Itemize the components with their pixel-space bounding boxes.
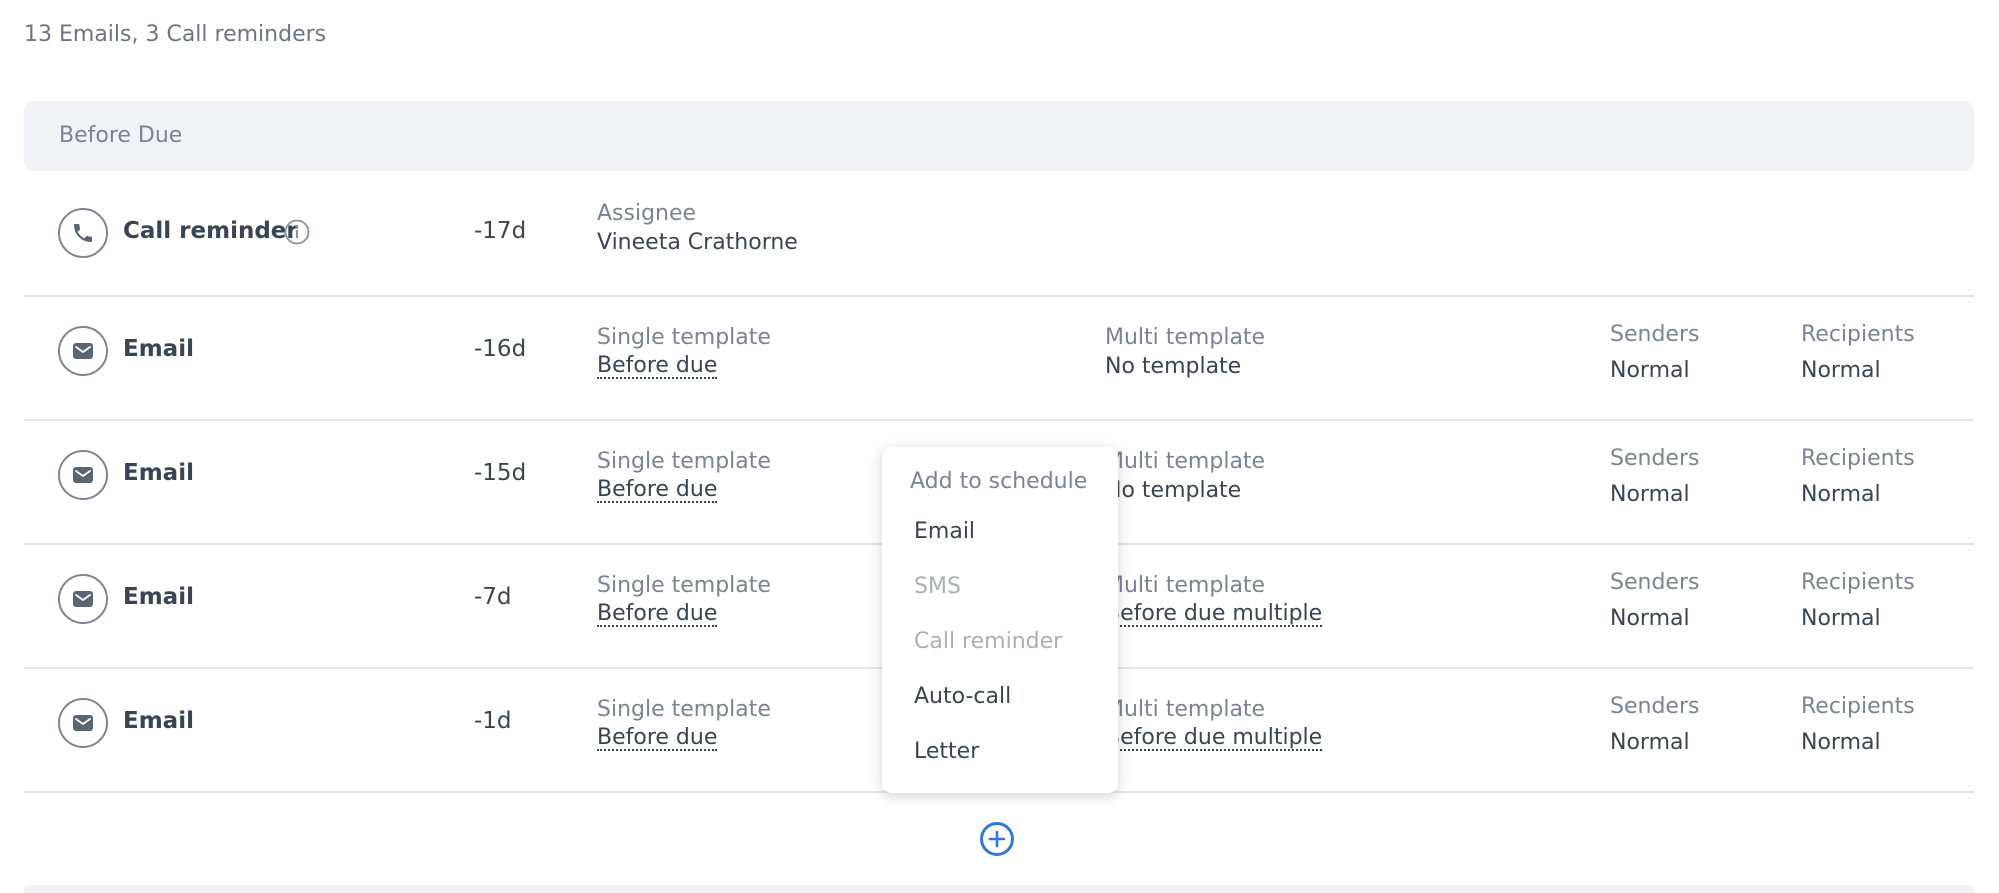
row-type-label: Email (123, 336, 194, 362)
senders-label: Senders (1610, 570, 1700, 595)
senders-label: Senders (1610, 322, 1700, 347)
schedule-row-call-reminder[interactable]: Call reminder -17d Assignee Vineeta Crat… (24, 171, 1974, 297)
single-template-label: Single template (597, 449, 771, 474)
recipients-label: Recipients (1801, 446, 1915, 471)
menu-item-letter[interactable]: Letter (914, 739, 979, 764)
recipients-value: Normal (1801, 358, 1881, 383)
row-type-label: Call reminder (123, 218, 298, 244)
senders-value: Normal (1610, 730, 1690, 755)
mail-icon (58, 326, 108, 376)
senders-value: Normal (1610, 606, 1690, 631)
multi-template-link[interactable]: Before due multiple (1105, 726, 1323, 752)
add-to-schedule-menu: Add to schedule Email SMS Call reminder … (882, 447, 1118, 793)
mail-icon (58, 450, 108, 500)
row-type-label: Email (123, 584, 194, 610)
multi-template-value: No template (1105, 354, 1242, 379)
single-template-link[interactable]: Before due (597, 354, 718, 380)
senders-label: Senders (1610, 446, 1700, 471)
senders-value: Normal (1610, 482, 1690, 507)
row-offset: -15d (474, 460, 527, 486)
plus-circle-icon (988, 830, 1006, 848)
recipients-value: Normal (1801, 730, 1881, 755)
menu-title: Add to schedule (910, 469, 1088, 494)
menu-item-email[interactable]: Email (914, 519, 975, 544)
recipients-value: Normal (1801, 606, 1881, 631)
multi-template-label: Multi template (1105, 325, 1266, 350)
multi-template-value: No template (1105, 478, 1242, 503)
mail-icon (58, 574, 108, 624)
row-offset: -17d (474, 218, 527, 244)
multi-template-label: Multi template (1105, 697, 1266, 722)
menu-item-call-reminder: Call reminder (914, 629, 1063, 654)
multi-template-link[interactable]: Before due multiple (1105, 602, 1323, 628)
phone-icon (58, 208, 108, 258)
info-icon[interactable] (284, 219, 310, 245)
single-template-label: Single template (597, 573, 771, 598)
single-template-link[interactable]: Before due (597, 478, 718, 504)
next-section-edge (24, 885, 1974, 893)
row-type-label: Email (123, 708, 194, 734)
row-offset: -7d (474, 584, 512, 610)
single-template-label: Single template (597, 325, 771, 350)
recipients-label: Recipients (1801, 322, 1915, 347)
single-template-link[interactable]: Before due (597, 602, 718, 628)
menu-item-sms: SMS (914, 574, 961, 599)
recipients-value: Normal (1801, 482, 1881, 507)
section-title: Before Due (59, 123, 183, 148)
multi-template-label: Multi template (1105, 449, 1266, 474)
recipients-label: Recipients (1801, 570, 1915, 595)
assignee-value: Vineeta Crathorne (597, 230, 798, 255)
senders-value: Normal (1610, 358, 1690, 383)
assignee-label: Assignee (597, 201, 697, 226)
single-template-label: Single template (597, 697, 771, 722)
add-schedule-item-button[interactable] (980, 822, 1014, 856)
multi-template-label: Multi template (1105, 573, 1266, 598)
mail-icon (58, 698, 108, 748)
schedule-summary: 13 Emails, 3 Call reminders (24, 22, 327, 47)
schedule-row-email[interactable]: Email -16d Single template Before due Mu… (24, 295, 1974, 421)
menu-item-auto-call[interactable]: Auto-call (914, 684, 1011, 709)
recipients-label: Recipients (1801, 694, 1915, 719)
row-type-label: Email (123, 460, 194, 486)
single-template-link[interactable]: Before due (597, 726, 718, 752)
row-offset: -16d (474, 336, 527, 362)
row-offset: -1d (474, 708, 512, 734)
senders-label: Senders (1610, 694, 1700, 719)
section-before-due: Before Due (24, 101, 1974, 171)
